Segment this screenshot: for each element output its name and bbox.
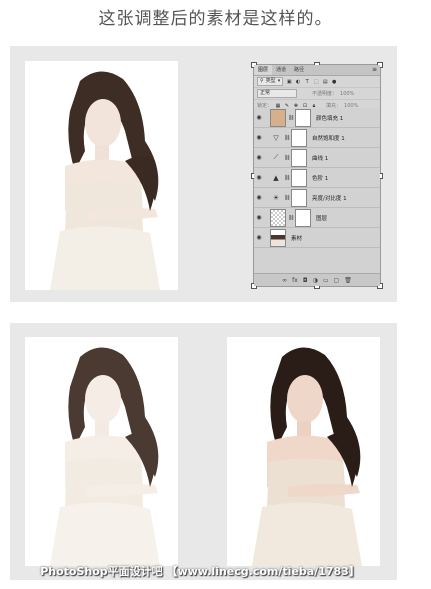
layer-source[interactable]: ◉ 素材 [254, 228, 380, 248]
layer-name: 亮度/对比度 1 [312, 195, 347, 202]
photo-thumb [270, 228, 286, 247]
layer-name: 颜色填充 1 [316, 115, 344, 122]
layer-brightness[interactable]: ◉ ☀ ⛓ 亮度/对比度 1 [254, 188, 380, 208]
transparent-thumb [270, 208, 286, 227]
layer-name: 自然饱和度 1 [312, 135, 345, 142]
eye-icon[interactable]: ◉ [254, 194, 264, 201]
levels-icon: ▲ [273, 173, 279, 182]
layer-name: 素材 [291, 235, 303, 242]
filter-kind-select[interactable]: ⚲ 类型 ▾ [257, 77, 284, 86]
mask-thumb [295, 108, 311, 127]
link-icon: ⛓ [284, 194, 291, 201]
opacity-label: 不透明度： [312, 91, 338, 97]
eye-icon[interactable]: ◉ [254, 154, 264, 161]
shape-filter-icon[interactable]: ⬚ [313, 79, 319, 85]
adjustment-filter-icon[interactable]: ◐ [295, 79, 301, 85]
layer-name: 曲线 1 [312, 155, 329, 162]
layer-list: ◉ ⛓ 颜色填充 1 ◉ ▽ ⛓ 自然饱和度 1 ◉ ⟋ ⛓ 曲线 1 ◉ ▲ … [254, 108, 380, 274]
link-icon: ⛓ [288, 214, 295, 221]
layer-color-fill[interactable]: ◉ ⛓ 颜色填充 1 [254, 108, 380, 128]
watermark-text: PhotoShop平面设计吧 【www.linecg.com/tieba/178… [40, 565, 360, 578]
layer-name: 图层 [316, 215, 328, 222]
link-icon: ⛓ [284, 154, 291, 161]
chevron-down-icon: ▾ [277, 78, 281, 84]
vibrance-icon: ▽ [273, 133, 279, 142]
mask-icon[interactable]: ◘ [303, 277, 308, 284]
blend-mode-select[interactable]: 正常 [257, 89, 297, 98]
pixel-filter-icon[interactable]: ▣ [286, 79, 292, 85]
eye-icon[interactable]: ◉ [254, 234, 264, 241]
tab-layers[interactable]: 图层 [254, 65, 273, 75]
eye-icon[interactable]: ◉ [254, 114, 264, 121]
group-icon[interactable]: ▭ [323, 277, 329, 284]
new-layer-icon[interactable]: ▢ [334, 277, 340, 284]
before-photo [25, 337, 178, 566]
layer-curves[interactable]: ◉ ⟋ ⛓ 曲线 1 [254, 148, 380, 168]
link-icon: ⛓ [288, 114, 295, 121]
layers-footer: ∞ fx ◘ ◑ ▭ ▢ 🗑︎ [254, 273, 380, 286]
mask-thumb [291, 188, 307, 207]
adjustment-icon[interactable]: ◑ [313, 277, 318, 284]
comparison-panel [10, 323, 397, 580]
link-icon: ⛓ [284, 134, 291, 141]
layer-levels[interactable]: ◉ ▲ ⛓ 色阶 1 [254, 168, 380, 188]
layer-blank[interactable]: ◉ ⛓ 图层 [254, 208, 380, 228]
layers-panel: 图层 通道 路径 ≡ ⚲ 类型 ▾ ▣ ◐ T ⬚ ▤ ● 正常 不透明度： 100… [251, 62, 383, 289]
layer-vibrance[interactable]: ◉ ▽ ⛓ 自然饱和度 1 [254, 128, 380, 148]
top-panel: 图层 通道 路径 ≡ ⚲ 类型 ▾ ▣ ◐ T ⬚ ▤ ● 正常 不透明度： 100… [10, 46, 397, 302]
search-icon: ⚲ [260, 78, 264, 84]
curves-icon: ⟋ [273, 153, 279, 161]
mask-thumb [291, 128, 307, 147]
trash-icon[interactable]: 🗑︎ [344, 277, 352, 284]
fx-icon[interactable]: fx [292, 277, 298, 284]
smart-filter-icon[interactable]: ▤ [322, 79, 328, 85]
caption-text: 这张调整后的素材是这样的。 [98, 9, 333, 29]
opacity-value[interactable]: 100% [340, 91, 354, 97]
solid-color-thumb [270, 108, 286, 127]
filter-toggle-icon[interactable]: ● [331, 79, 337, 85]
blend-row: 正常 不透明度： 100% [254, 88, 380, 100]
after-photo [227, 337, 380, 566]
brightness-icon: ☀ [272, 193, 280, 202]
eye-icon[interactable]: ◉ [254, 174, 264, 181]
mask-thumb [291, 148, 307, 167]
source-photo [25, 61, 178, 290]
panel-menu-icon[interactable]: ≡ [372, 66, 377, 73]
mask-thumb [291, 168, 307, 187]
mask-thumb [295, 208, 311, 227]
link-icon[interactable]: ∞ [282, 277, 287, 284]
tab-channels[interactable]: 通道 [272, 65, 290, 75]
link-icon: ⛓ [284, 174, 291, 181]
filter-row: ⚲ 类型 ▾ ▣ ◐ T ⬚ ▤ ● [254, 76, 380, 88]
tab-paths[interactable]: 路径 [290, 65, 308, 75]
eye-icon[interactable]: ◉ [254, 134, 264, 141]
type-filter-icon[interactable]: T [304, 79, 310, 85]
eye-icon[interactable]: ◉ [254, 214, 264, 221]
layer-name: 色阶 1 [312, 175, 329, 182]
